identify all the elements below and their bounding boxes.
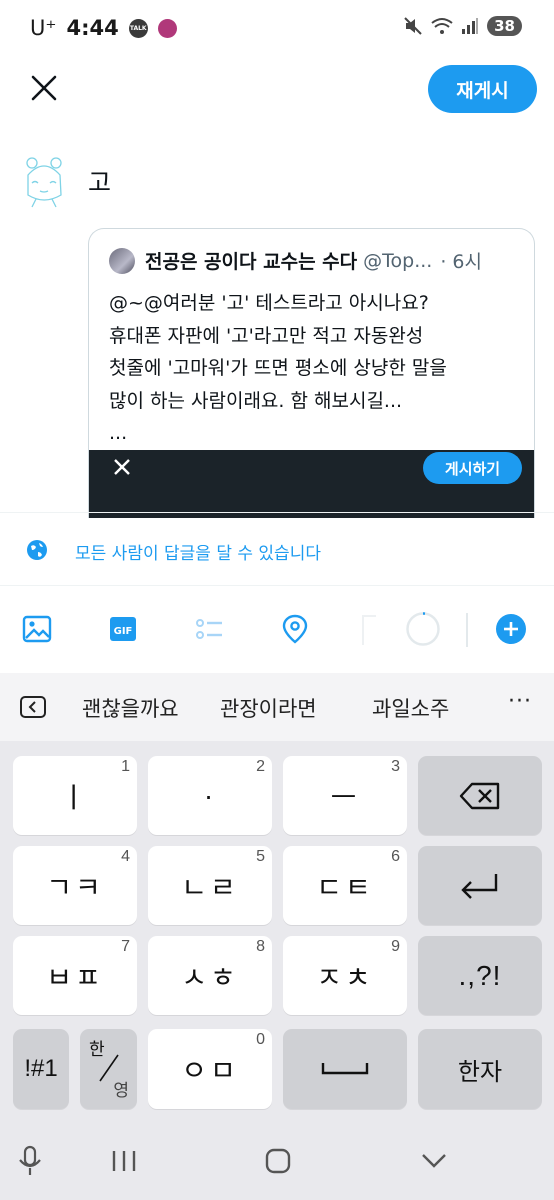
mute-icon [404, 17, 422, 35]
enter-icon [461, 873, 498, 899]
quoted-author-avatar [109, 247, 135, 274]
carrier-label: U⁺ [30, 16, 57, 40]
reply-setting-label: 모든 사람이 답글을 달 수 있습니다 [75, 544, 321, 564]
key-i[interactable]: ㅣ 1 [13, 756, 137, 835]
key-d-t[interactable]: ㄷㅌ 6 [283, 846, 407, 925]
hanja-key[interactable]: 한자 [418, 1029, 542, 1109]
quoted-author-handle: @Top... [363, 249, 433, 272]
backspace-key[interactable] [418, 756, 542, 835]
space-key[interactable] [283, 1029, 407, 1109]
quoted-line: ... [109, 422, 128, 444]
location-icon[interactable] [280, 614, 310, 644]
repost-button[interactable]: 재게시 [428, 65, 537, 113]
backspace-icon [459, 782, 500, 809]
clock: 4:44 [66, 16, 119, 40]
close-icon[interactable] [28, 72, 60, 104]
avatar[interactable] [22, 155, 67, 210]
gif-icon[interactable]: GIF [108, 614, 138, 644]
divider [466, 613, 468, 647]
dismiss-close-icon[interactable] [111, 456, 133, 478]
home-icon[interactable] [264, 1147, 292, 1175]
quoted-post-time: · 6시 [440, 251, 482, 273]
punctuation-key[interactable]: .,?! [418, 936, 542, 1015]
keyboard-suggestion-bar: 괜찮을까요 관장이라면 과일소주 ··· [0, 673, 554, 741]
recent-apps-icon[interactable] [110, 1149, 138, 1173]
symbols-key[interactable]: !#1 [13, 1029, 69, 1109]
compose-input[interactable]: 고 [88, 163, 111, 199]
image-icon[interactable] [22, 614, 52, 644]
key-j-ch[interactable]: ㅈㅊ 9 [283, 936, 407, 1015]
reply-setting[interactable]: 모든 사람이 답글을 달 수 있습니다 [0, 512, 554, 586]
key-o-m[interactable]: ㅇㅁ 0 [148, 1029, 272, 1109]
chevron-down-icon[interactable] [420, 1151, 448, 1171]
globe-icon [27, 540, 47, 560]
language-switch-key[interactable]: 한 영 [80, 1029, 137, 1109]
quoted-dark-bar: 게시하기 [89, 450, 534, 518]
poll-icon[interactable] [194, 614, 224, 644]
key-s-h[interactable]: ㅅㅎ 8 [148, 936, 272, 1015]
status-bar: U⁺ 4:44 TALK 38 [0, 0, 554, 58]
wifi-icon [431, 18, 453, 34]
quoted-author-name: 전공은 공이다 교수는 수다 [145, 251, 358, 273]
keyboard: ㅣ 1 · 2 ㅡ 3 ㄱㅋ 4 ㄴㄹ 5 ㄷㅌ 6 ㅂㅍ 7 ㅅㅎ 8 ㅈㅊ … [0, 741, 554, 1123]
quoted-line: 많이 하는 사람이래요. 함 해보시길... [109, 389, 403, 412]
battery-indicator: 38 [487, 16, 522, 36]
quoted-line: 첫줄에 '고마워'가 뜨면 평소에 상냥한 말을 [109, 357, 447, 379]
divider [362, 615, 376, 645]
key-dot[interactable]: · 2 [148, 756, 272, 835]
suggestion-item[interactable]: 관장이라면 [220, 693, 317, 723]
quoted-line: @~@여러분 '고' 테스트라고 아시나요? [109, 292, 429, 314]
microphone-icon[interactable] [17, 1145, 43, 1177]
quoted-line: 휴대폰 자판에 '고'라고만 적고 자동완성 [109, 324, 424, 347]
post-button[interactable]: 게시하기 [423, 452, 522, 484]
space-icon [321, 1063, 369, 1075]
enter-key[interactable] [418, 846, 542, 925]
key-b-p[interactable]: ㅂㅍ 7 [13, 936, 137, 1015]
more-icon[interactable]: ··· [508, 689, 532, 714]
suggestion-item[interactable]: 괜찮을까요 [82, 693, 179, 723]
signal-icon [462, 18, 479, 34]
quoted-post-card[interactable]: 전공은 공이다 교수는 수다 @Top... · 6시 @~@여러분 '고' 테… [88, 228, 535, 518]
suggestion-item[interactable]: 과일소주 [372, 693, 449, 723]
quoted-post-text: @~@여러분 '고' 테스트라고 아시나요? 휴대폰 자판에 '고'라고만 적고… [109, 287, 519, 450]
progress-ring-icon [406, 612, 440, 646]
chevron-left-icon[interactable] [20, 696, 46, 718]
compose-toolbar: GIF [0, 587, 554, 673]
kakaotalk-notification-icon: TALK [128, 18, 148, 38]
svg-text:GIF: GIF [114, 626, 133, 637]
key-eu[interactable]: ㅡ 3 [283, 756, 407, 835]
key-n-r[interactable]: ㄴㄹ 5 [148, 846, 272, 925]
system-navigation-bar [0, 1123, 554, 1200]
add-post-icon[interactable] [495, 613, 527, 645]
key-g-k[interactable]: ㄱㅋ 4 [13, 846, 137, 925]
kakaobank-notification-icon [157, 18, 177, 38]
